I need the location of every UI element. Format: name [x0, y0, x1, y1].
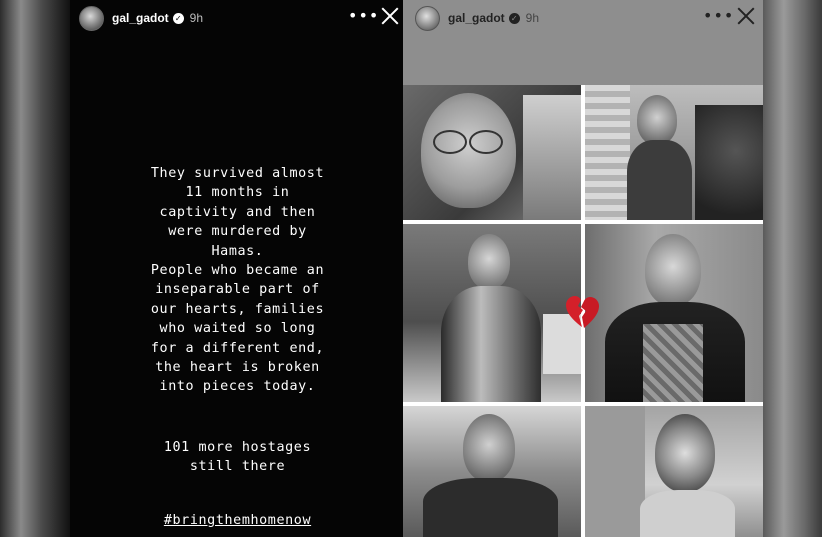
- broken-heart-icon: [566, 296, 599, 328]
- verified-badge-icon: ✓: [172, 12, 184, 24]
- avatar[interactable]: [79, 5, 104, 31]
- close-icon[interactable]: [737, 6, 755, 24]
- hostage-photo: [585, 224, 763, 402]
- right-blurred-background: [763, 0, 822, 537]
- avatar[interactable]: [415, 5, 440, 31]
- close-icon[interactable]: [381, 6, 399, 24]
- hostage-photo: [403, 406, 581, 537]
- post-time: 9h: [525, 11, 540, 25]
- hostage-photo: [403, 85, 581, 220]
- left-blurred-background: [0, 0, 70, 537]
- hostage-photo: [403, 224, 581, 402]
- username[interactable]: gal_gadot: [112, 11, 169, 25]
- more-options-icon[interactable]: •••: [703, 8, 734, 24]
- username[interactable]: gal_gadot: [448, 11, 505, 25]
- hostage-photo: [585, 406, 763, 537]
- story-left-panel: gal_gadot ✓ 9h ••• They survived almost …: [70, 0, 403, 537]
- hostage-photo: [585, 85, 763, 220]
- hashtag-link[interactable]: #bringthemhomenow: [110, 513, 365, 528]
- story-main-text: They survived almost 11 months in captiv…: [150, 166, 325, 395]
- more-options-icon[interactable]: •••: [348, 8, 379, 24]
- verified-badge-icon: ✓: [508, 12, 520, 24]
- story-secondary-text: 101 more hostages still there: [163, 440, 312, 475]
- post-time: 9h: [189, 11, 204, 25]
- story-right-panel: gal_gadot ✓ 9h •••: [403, 0, 763, 537]
